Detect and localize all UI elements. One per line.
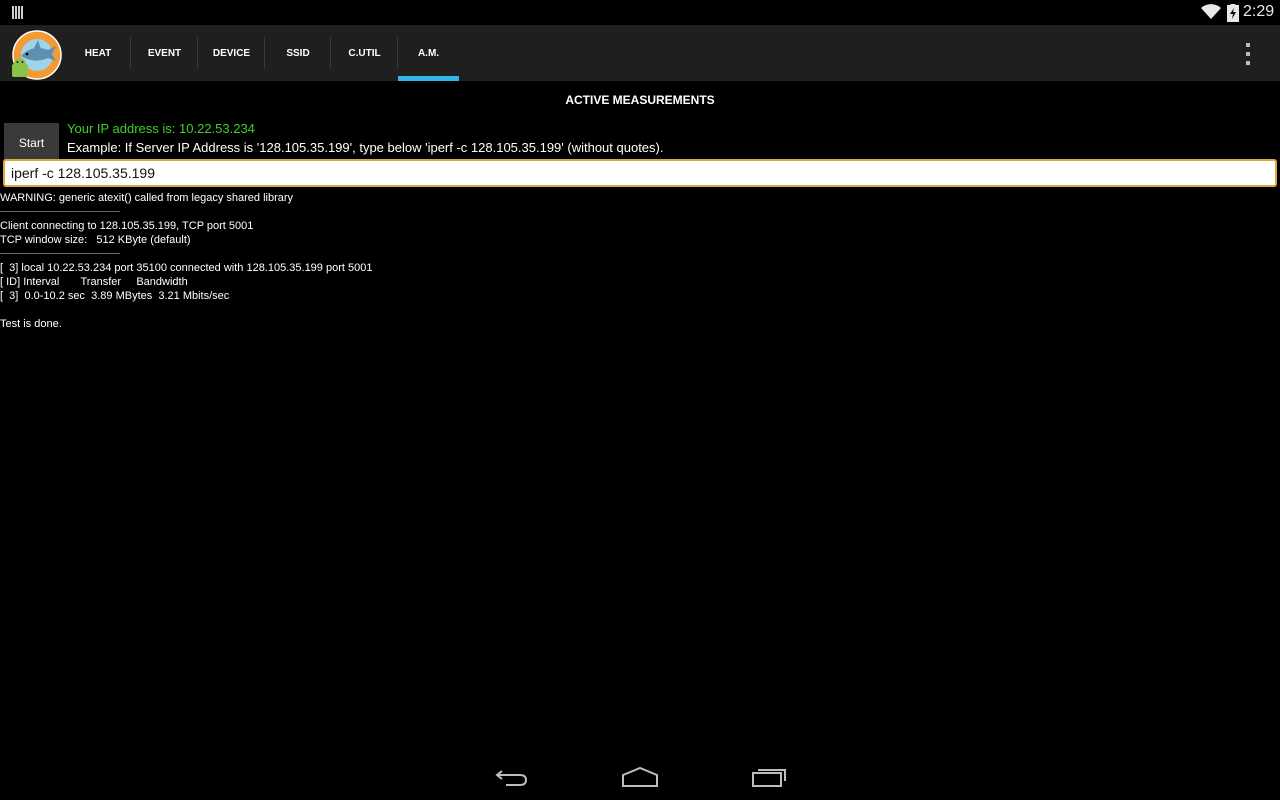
clock: 2:29 bbox=[1243, 3, 1275, 20]
tab-label: C.UTIL bbox=[348, 47, 381, 59]
tab-label: HEAT bbox=[84, 47, 112, 59]
output-line: TCP window size: 512 KByte (default) bbox=[0, 234, 191, 246]
tab-event[interactable]: EVENT bbox=[131, 25, 198, 81]
tab-device[interactable]: DEVICE bbox=[198, 25, 265, 81]
tab-label: SSID bbox=[286, 47, 310, 59]
back-icon[interactable] bbox=[494, 766, 530, 788]
output-line: Test is done. bbox=[0, 318, 62, 330]
home-icon[interactable] bbox=[620, 766, 660, 788]
tab-label: EVENT bbox=[147, 47, 182, 59]
status-bar: 2:29 bbox=[0, 0, 1280, 25]
tab-indicator bbox=[398, 76, 459, 81]
notification-icon bbox=[12, 6, 24, 19]
output-line: [ 3] local 10.22.53.234 port 35100 conne… bbox=[0, 262, 373, 274]
overflow-menu-icon[interactable] bbox=[1244, 43, 1252, 65]
example-instructions: Example: If Server IP Address is '128.10… bbox=[67, 140, 664, 155]
tab-heat[interactable]: HEAT bbox=[65, 25, 131, 81]
action-bar: HEAT EVENT DEVICE SSID C.UTIL A.M. bbox=[0, 25, 1280, 81]
command-output: WARNING: generic atexit() called from le… bbox=[0, 191, 372, 331]
output-separator: ----------------------------------------… bbox=[0, 209, 120, 215]
start-button[interactable]: Start bbox=[4, 123, 59, 163]
wifi-icon bbox=[1201, 4, 1221, 19]
tab-am[interactable]: A.M. bbox=[398, 25, 459, 81]
page-title: ACTIVE MEASUREMENTS bbox=[565, 93, 715, 107]
command-input[interactable] bbox=[3, 159, 1277, 187]
tab-strip: HEAT EVENT DEVICE SSID C.UTIL A.M. bbox=[65, 25, 459, 81]
tab-c-util[interactable]: C.UTIL bbox=[331, 25, 398, 81]
tab-ssid[interactable]: SSID bbox=[265, 25, 331, 81]
output-line: Client connecting to 128.105.35.199, TCP… bbox=[0, 220, 254, 232]
battery-charging-icon bbox=[1227, 4, 1239, 22]
output-separator: ----------------------------------------… bbox=[0, 251, 120, 257]
ip-address-text: Your IP address is: 10.22.53.234 bbox=[67, 121, 255, 136]
tab-label: DEVICE bbox=[212, 47, 251, 59]
output-line: WARNING: generic atexit() called from le… bbox=[0, 192, 294, 204]
tab-label: A.M. bbox=[417, 47, 440, 59]
output-line: [ ID] Interval Transfer Bandwidth bbox=[0, 276, 188, 288]
navigation-bar bbox=[0, 752, 1280, 800]
recents-icon[interactable] bbox=[750, 766, 788, 788]
output-line: [ 3] 0.0-10.2 sec 3.89 MBytes 3.21 Mbits… bbox=[0, 290, 230, 302]
shark-android-logo-icon[interactable] bbox=[12, 30, 62, 80]
